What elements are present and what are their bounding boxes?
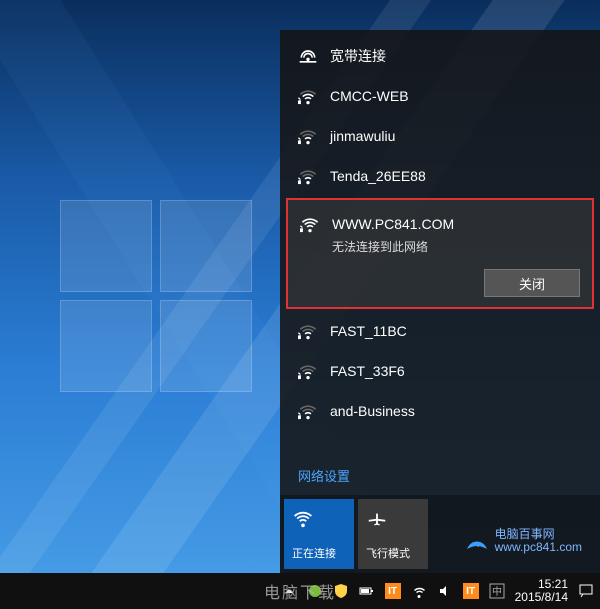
wifi-signal-icon xyxy=(298,86,318,106)
airplane-icon xyxy=(366,507,388,529)
network-name: FAST_11BC xyxy=(330,321,407,341)
quick-tiles-row: 正在连接 飞行模式 xyxy=(280,495,600,573)
network-item[interactable]: Tenda_26EE88 xyxy=(280,156,600,196)
action-center-icon[interactable] xyxy=(578,583,594,599)
network-item[interactable]: FAST_33F6 xyxy=(280,351,600,391)
taskbar-app-badge-1[interactable]: IT xyxy=(385,583,401,599)
network-error-message: 无法连接到此网络 xyxy=(332,238,428,255)
wifi-signal-icon xyxy=(298,166,318,186)
volume-icon[interactable] xyxy=(437,583,453,599)
tray-network-icon[interactable] xyxy=(411,583,427,599)
network-name: 宽带连接 xyxy=(330,46,386,66)
taskbar-clock[interactable]: 15:21 2015/8/14 xyxy=(515,578,568,604)
clock-date: 2015/8/14 xyxy=(515,591,568,604)
windows-logo xyxy=(60,200,260,400)
ime-icon[interactable]: 中 xyxy=(489,583,505,599)
network-name: and-Business xyxy=(330,401,415,421)
close-button[interactable]: 关闭 xyxy=(484,269,580,297)
network-item[interactable]: 宽带连接 xyxy=(280,36,600,76)
wifi-signal-icon xyxy=(300,214,320,234)
wifi-icon xyxy=(292,507,314,529)
network-item[interactable]: WWW.PC841.COM 无法连接到此网络关闭 xyxy=(286,198,594,309)
network-flyout: 宽带连接 CMCC-WEB jinmawuliu Tenda_26EE88 WWW.PC… xyxy=(280,30,600,573)
network-item[interactable]: and-Business xyxy=(280,391,600,431)
network-item[interactable]: FAST_11BC xyxy=(280,311,600,351)
network-name: jinmawuliu xyxy=(330,126,395,146)
svg-text:中: 中 xyxy=(492,585,502,598)
airplane-mode-tile[interactable]: 飞行模式 xyxy=(358,499,428,569)
ethernet-icon xyxy=(298,46,318,66)
battery-icon[interactable] xyxy=(359,583,375,599)
tile-label: 飞行模式 xyxy=(366,545,410,561)
network-item[interactable]: CMCC-WEB xyxy=(280,76,600,116)
network-list: 宽带连接 CMCC-WEB jinmawuliu Tenda_26EE88 WWW.PC… xyxy=(280,30,600,456)
wifi-signal-icon xyxy=(298,401,318,421)
wifi-signal-icon xyxy=(298,361,318,381)
bottom-caption: 电脑下载 xyxy=(264,579,336,603)
wifi-tile[interactable]: 正在连接 xyxy=(284,499,354,569)
network-name: CMCC-WEB xyxy=(330,86,409,106)
wifi-signal-icon xyxy=(298,321,318,341)
network-name: Tenda_26EE88 xyxy=(330,166,426,186)
wifi-signal-icon xyxy=(298,126,318,146)
network-item[interactable]: jinmawuliu xyxy=(280,116,600,156)
taskbar-app-badge-2[interactable]: IT xyxy=(463,583,479,599)
network-settings-link[interactable]: 网络设置 xyxy=(280,456,600,495)
network-name: FAST_33F6 xyxy=(330,361,405,381)
network-name: WWW.PC841.COM xyxy=(332,214,454,234)
tile-label: 正在连接 xyxy=(292,545,336,561)
